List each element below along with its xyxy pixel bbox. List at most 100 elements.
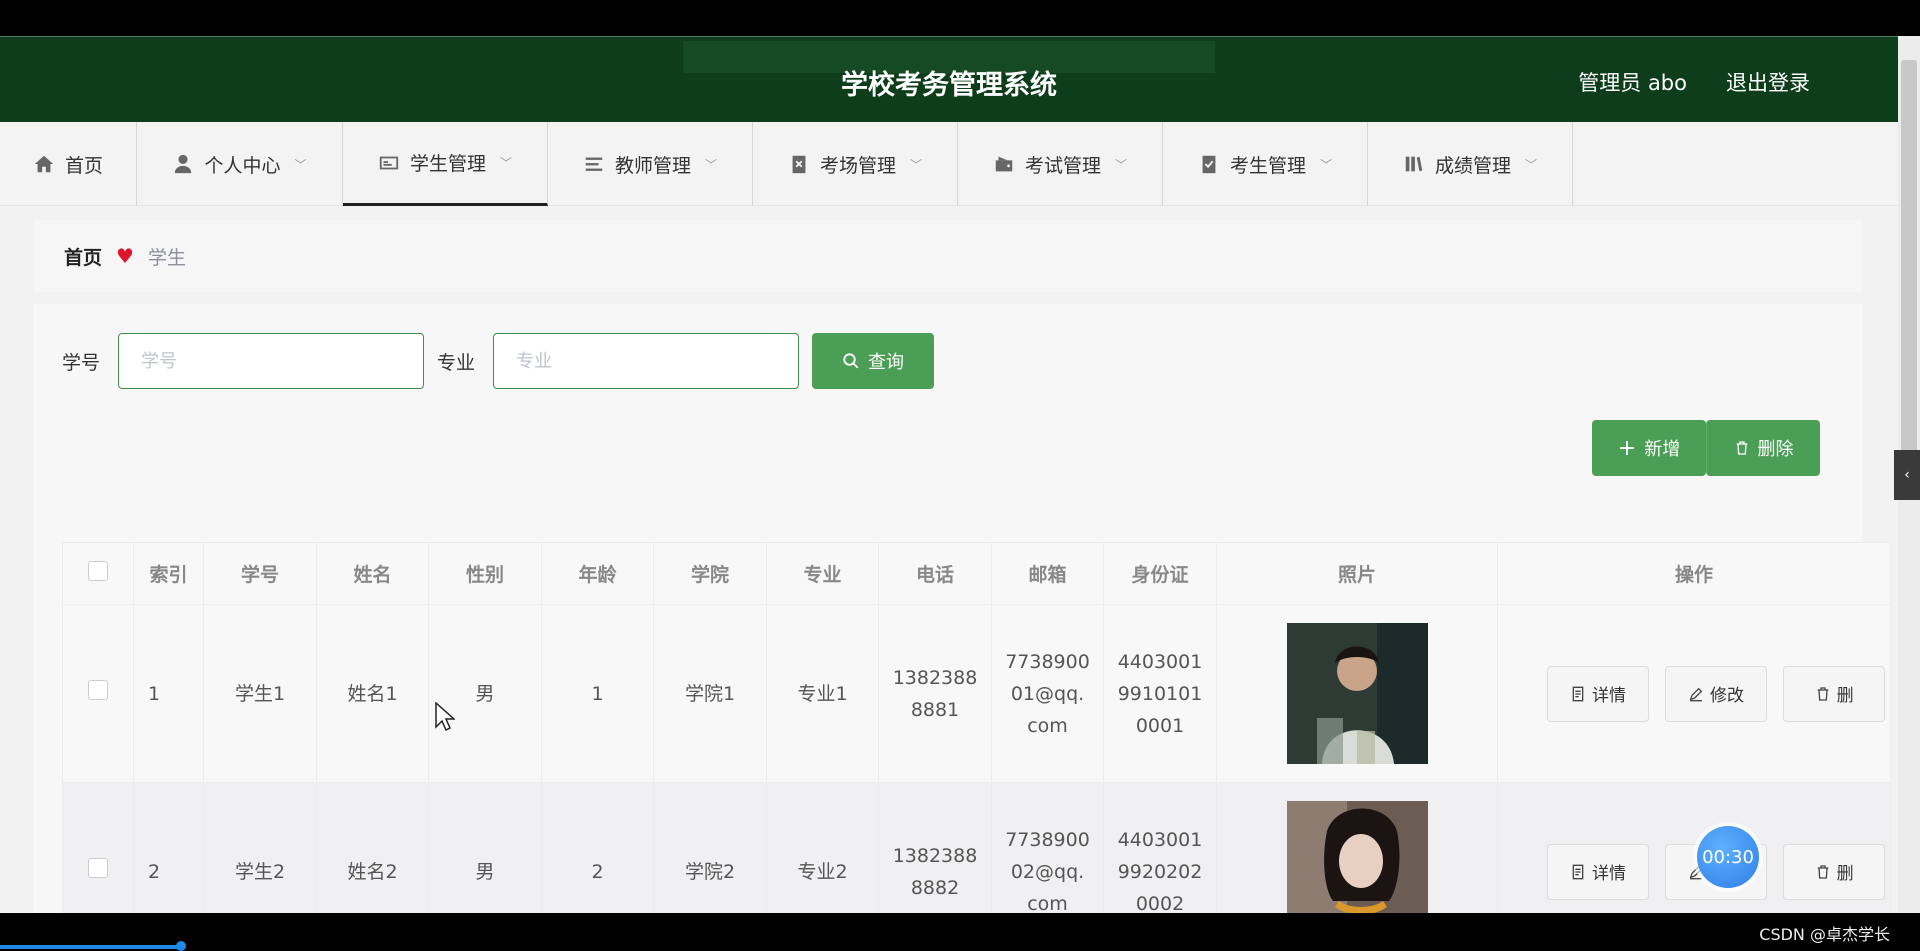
college-cell: 学院2 bbox=[653, 782, 767, 913]
search-icon bbox=[843, 353, 859, 369]
delete-button[interactable]: 删除 bbox=[1706, 420, 1820, 476]
main-nav: 首页 个人中心 ﹀ 学生管理 ﹀ 教师管理 ﹀ 考场管理 ﹀ 考试管理 ﹀ 考生管理 ﹀ bbox=[0, 122, 1898, 206]
plus-icon: + bbox=[1617, 435, 1637, 461]
detail-button[interactable]: 详情 bbox=[1547, 665, 1649, 722]
email-line: com bbox=[1027, 714, 1068, 737]
add-button[interactable]: + 新增 bbox=[1592, 420, 1706, 476]
progress-bar[interactable] bbox=[0, 945, 180, 949]
email-cell: 7738900 01@qq. com bbox=[991, 604, 1104, 783]
breadcrumb: 首页 ♥ 学生 bbox=[34, 220, 1862, 292]
clipboard-x-icon bbox=[792, 155, 806, 174]
heart-icon: ♥ bbox=[116, 244, 134, 268]
nav-label: 考生管理 bbox=[1229, 154, 1306, 177]
name-cell: 姓名1 bbox=[316, 604, 429, 783]
nav-label: 教师管理 bbox=[614, 154, 691, 177]
mouse-cursor-icon bbox=[435, 702, 455, 732]
nav-teacher-management[interactable]: 教师管理 ﹀ bbox=[548, 122, 753, 206]
phone-line: 1382388 bbox=[892, 666, 978, 689]
phone-line: 8881 bbox=[910, 698, 960, 721]
logout-link[interactable]: 退出登录 bbox=[1726, 67, 1810, 97]
operations-cell: 详情 修改 删 bbox=[1496, 782, 1892, 913]
column-header: 索引 bbox=[133, 542, 204, 605]
name-cell: 姓名2 bbox=[316, 782, 429, 913]
row-checkbox[interactable] bbox=[88, 857, 108, 878]
wallet-icon bbox=[995, 156, 1013, 172]
student-id-cell: 学生2 bbox=[203, 782, 317, 913]
row-select-cell[interactable] bbox=[62, 604, 134, 783]
chevron-down-icon: ﹀ bbox=[500, 156, 513, 170]
row-select-cell[interactable] bbox=[62, 782, 134, 913]
chevron-left-icon: ‹ bbox=[1904, 467, 1910, 483]
id-card-line: 9910101 bbox=[1117, 682, 1203, 705]
nav-exam-room-management[interactable]: 考场管理 ﹀ bbox=[753, 122, 958, 206]
nav-personal-center[interactable]: 个人中心 ﹀ bbox=[137, 122, 343, 206]
top-header: 学校考务管理系统 管理员 abo 退出登录 bbox=[0, 36, 1898, 122]
detail-button[interactable]: 详情 bbox=[1547, 843, 1649, 900]
nav-student-management[interactable]: 学生管理 ﹀ bbox=[343, 122, 548, 206]
row-delete-button[interactable]: 删 bbox=[1783, 843, 1886, 900]
row-delete-button[interactable]: 删 bbox=[1783, 665, 1886, 722]
current-user: 管理员 abo bbox=[1578, 71, 1687, 95]
chevron-down-icon: ﹀ bbox=[910, 157, 923, 172]
add-button-label: 新增 bbox=[1644, 439, 1681, 460]
chevron-down-icon: ﹀ bbox=[1525, 157, 1538, 172]
email-cell: 7738900 02@qq. com bbox=[991, 782, 1104, 914]
timer-badge[interactable]: 00:30 bbox=[1697, 826, 1759, 888]
gender-cell: 男 bbox=[428, 604, 542, 783]
phone-cell: 1382388 8882 bbox=[878, 782, 992, 913]
column-header: 姓名 bbox=[316, 542, 429, 605]
user-icon bbox=[175, 154, 192, 174]
nav-label: 学生管理 bbox=[409, 153, 486, 175]
scrollbar-thumb[interactable] bbox=[1901, 60, 1917, 482]
chevron-down-icon: ﹀ bbox=[705, 157, 718, 172]
query-button[interactable]: 查询 bbox=[812, 333, 934, 389]
college-cell: 学院1 bbox=[653, 604, 767, 783]
age-cell: 1 bbox=[541, 604, 654, 783]
major-input[interactable] bbox=[493, 333, 799, 389]
id-card-cell: 4403001 9910101 0001 bbox=[1103, 604, 1217, 783]
nav-score-management[interactable]: 成绩管理 ﹀ bbox=[1368, 122, 1573, 206]
photo-cell bbox=[1216, 604, 1498, 783]
phone-cell: 1382388 8881 bbox=[878, 604, 992, 783]
edit-button[interactable]: 修改 bbox=[1665, 665, 1768, 722]
pencil-icon bbox=[1689, 687, 1703, 701]
select-all-checkbox[interactable] bbox=[88, 561, 108, 581]
email-line: 02@qq. bbox=[1010, 860, 1085, 883]
column-header: 性别 bbox=[428, 542, 542, 605]
column-header: 身份证 bbox=[1103, 542, 1217, 605]
nav-label: 首页 bbox=[64, 154, 103, 177]
home-icon bbox=[34, 155, 54, 173]
list-icon bbox=[585, 157, 603, 171]
nav-examinee-management[interactable]: 考生管理 ﹀ bbox=[1163, 122, 1368, 206]
delete-button-label: 删除 bbox=[1757, 439, 1794, 460]
trash-icon bbox=[1817, 686, 1828, 701]
id-card-cell: 4403001 9920202 0002 bbox=[1103, 782, 1217, 913]
chevron-down-icon: ﹀ bbox=[1115, 157, 1128, 172]
column-header: 操作 bbox=[1496, 542, 1892, 605]
email-line: com bbox=[1027, 892, 1068, 914]
edit-button-label: 修改 bbox=[1710, 686, 1745, 706]
row-checkbox[interactable] bbox=[88, 679, 108, 700]
gender-cell: 男 bbox=[428, 782, 542, 913]
table-row: 1 学生1 姓名1 男 1 学院1 专业1 1382388 8881 773890… bbox=[62, 604, 1892, 783]
column-header: 照片 bbox=[1216, 542, 1498, 605]
trash-icon bbox=[1736, 441, 1747, 455]
column-header: 年龄 bbox=[541, 542, 654, 605]
student-table: 索引 学号 姓名 性别 年龄 学院 专业 电话 邮箱 身份证 照片 操作 1 学… bbox=[62, 542, 1892, 914]
select-all-cell[interactable] bbox=[62, 542, 134, 605]
chevron-down-icon: ﹀ bbox=[1320, 157, 1333, 172]
row-delete-label: 删 bbox=[1836, 686, 1854, 706]
nav-home[interactable]: 首页 bbox=[0, 122, 137, 206]
detail-button-label: 详情 bbox=[1592, 864, 1626, 884]
player-bar: CSDN @卓杰学长 bbox=[0, 913, 1920, 951]
nav-exam-management[interactable]: 考试管理 ﹀ bbox=[958, 122, 1163, 206]
column-header: 电话 bbox=[878, 542, 992, 605]
table-header-row: 索引 学号 姓名 性别 年龄 学院 专业 电话 邮箱 身份证 照片 操作 bbox=[62, 542, 1892, 605]
student-photo bbox=[1286, 801, 1428, 913]
breadcrumb-home[interactable]: 首页 bbox=[64, 243, 102, 270]
document-icon bbox=[1572, 686, 1584, 701]
id-card-line: 0001 bbox=[1135, 714, 1185, 737]
major-cell: 专业2 bbox=[766, 782, 879, 913]
side-collapse-tab[interactable]: ‹ bbox=[1894, 450, 1920, 500]
student-id-input[interactable] bbox=[118, 333, 424, 389]
